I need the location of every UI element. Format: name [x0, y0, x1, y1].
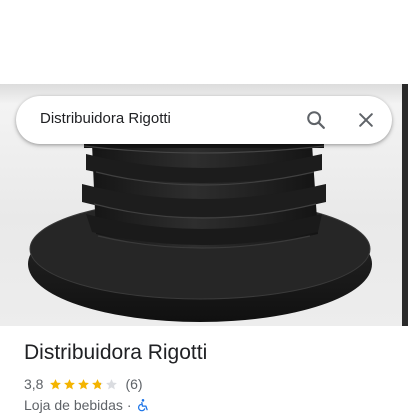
close-icon — [359, 113, 373, 127]
star-icon — [92, 378, 104, 389]
star-icon — [106, 378, 118, 389]
search-button[interactable] — [300, 104, 332, 136]
review-count[interactable]: (6) — [125, 376, 142, 392]
rating-stars — [49, 378, 119, 391]
place-title: Distribuidora Rigotti — [24, 341, 208, 364]
separator-dot: · — [126, 397, 132, 413]
star-icon — [50, 378, 62, 389]
place-category: Loja de bebidas — [24, 397, 123, 413]
search-icon — [307, 111, 325, 129]
search-bar[interactable]: Distribuidora Rigotti — [16, 96, 392, 144]
rating-value: 3,8 — [24, 376, 44, 392]
star-icon — [78, 378, 90, 389]
rating-row[interactable]: 3,8 (6) — [24, 376, 143, 392]
close-button[interactable] — [350, 104, 382, 136]
search-input[interactable]: Distribuidora Rigotti — [40, 110, 171, 127]
category-row: Loja de bebidas · — [24, 397, 150, 413]
star-icon — [64, 378, 76, 389]
photo-edge — [402, 84, 408, 326]
wheelchair-accessible-icon — [137, 399, 148, 412]
